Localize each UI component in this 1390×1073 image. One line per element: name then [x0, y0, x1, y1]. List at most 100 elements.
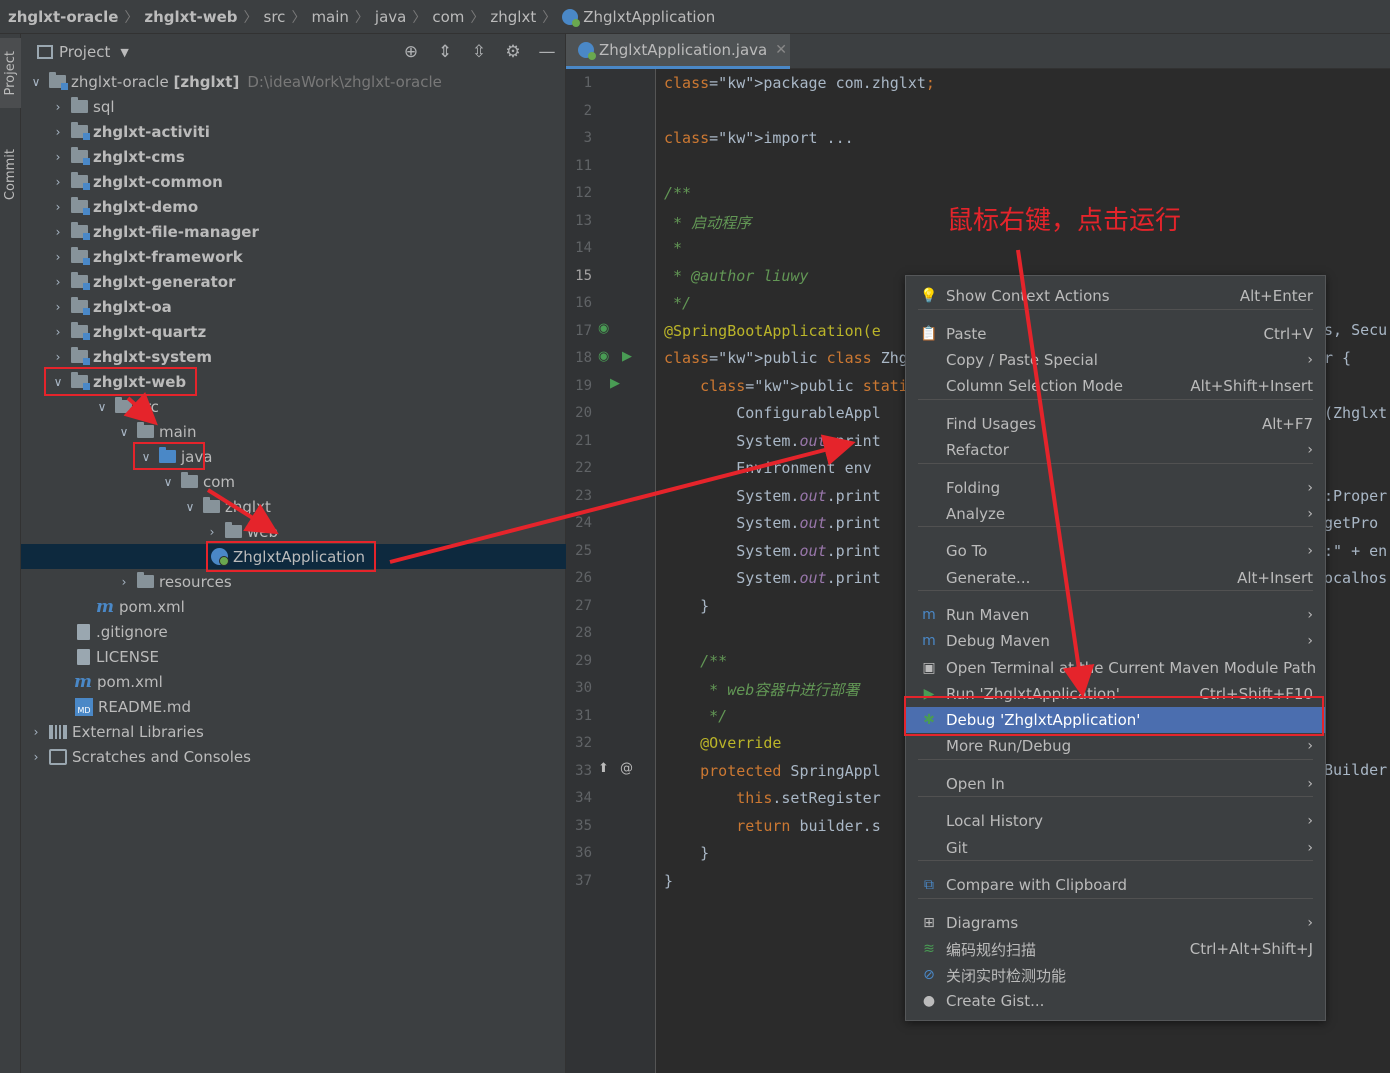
menu-item[interactable]: ≋ 编码规约扫描 Ctrl+Alt+Shift+J: [906, 936, 1325, 962]
code-line[interactable]: System.out.print: [664, 542, 881, 560]
tree-row-com[interactable]: ∨ com: [21, 469, 566, 494]
chevron-right-icon[interactable]: ›: [29, 725, 43, 739]
menu-item[interactable]: ● Create Gist...: [906, 988, 1325, 1014]
tree-row-module[interactable]: › zhglxt-cms: [21, 144, 566, 169]
menu-item[interactable]: Generate... Alt+Insert: [906, 565, 1325, 591]
breadcrumb-item[interactable]: ZhglxtApplication: [583, 8, 715, 26]
chevron-right-icon[interactable]: ›: [29, 750, 43, 764]
tree-row-license[interactable]: LICENSE: [21, 644, 566, 669]
chevron-right-icon[interactable]: ›: [51, 275, 65, 289]
chevron-right-icon[interactable]: ›: [51, 150, 65, 164]
code-line[interactable]: }: [664, 844, 709, 862]
tree-row-module[interactable]: › sql: [21, 94, 566, 119]
code-line[interactable]: */: [664, 707, 727, 725]
code-line[interactable]: * 启动程序: [664, 212, 751, 233]
code-line[interactable]: this.setRegister: [664, 789, 881, 807]
tree-row-src[interactable]: ∨ src: [21, 394, 566, 419]
editor-tab[interactable]: ZhglxtApplication.java ✕: [566, 34, 790, 69]
code-line[interactable]: * @author liuwy: [664, 267, 808, 285]
menu-item[interactable]: ⊞ Diagrams ›: [906, 910, 1325, 936]
chevron-down-icon[interactable]: ∨: [183, 500, 197, 514]
menu-item[interactable]: Column Selection Mode Alt+Shift+Insert: [906, 373, 1325, 399]
expand-all-icon[interactable]: ⇕: [435, 42, 455, 62]
tree-row-external-libraries[interactable]: › External Libraries: [21, 719, 566, 744]
code-line[interactable]: @SpringBootApplication(e: [664, 322, 881, 340]
chevron-down-icon[interactable]: ∨: [29, 75, 43, 89]
menu-item[interactable]: Copy / Paste Special ›: [906, 347, 1325, 373]
tree-row-zhglxt[interactable]: ∨ zhglxt: [21, 494, 566, 519]
run-gutter-icon[interactable]: ▶: [610, 376, 620, 391]
tree-row-module[interactable]: › zhglxt-common: [21, 169, 566, 194]
code-line[interactable]: Environment env: [664, 459, 871, 477]
tree-row-module[interactable]: › zhglxt-file-manager: [21, 219, 566, 244]
chevron-down-icon[interactable]: ▼: [120, 46, 128, 59]
chevron-right-icon[interactable]: ›: [51, 325, 65, 339]
code-line[interactable]: System.out.print: [664, 569, 881, 587]
tree-row-module[interactable]: › zhglxt-system: [21, 344, 566, 369]
breadcrumb-item[interactable]: main: [311, 8, 348, 26]
breadcrumb-item[interactable]: src: [264, 8, 286, 26]
run-gutter-icon[interactable]: ▶: [622, 349, 632, 364]
menu-item[interactable]: Local History ›: [906, 808, 1325, 834]
menu-item[interactable]: ⊘ 关闭实时检测功能: [906, 962, 1325, 988]
tree-row-pom[interactable]: m pom.xml: [21, 669, 566, 694]
project-tool-tab[interactable]: Project: [0, 38, 21, 108]
menu-item[interactable]: Open In ›: [906, 771, 1325, 797]
menu-item[interactable]: Git ›: [906, 835, 1325, 861]
project-view-selector[interactable]: Project: [59, 43, 110, 61]
chevron-right-icon[interactable]: ›: [205, 525, 219, 539]
code-line[interactable]: }: [664, 872, 673, 890]
code-line[interactable]: class="kw">package com.zhglxt;: [664, 74, 935, 92]
menu-item[interactable]: 💡 Show Context Actions Alt+Enter: [906, 283, 1325, 309]
menu-item[interactable]: Refactor ›: [906, 437, 1325, 463]
breadcrumb-item[interactable]: zhglxt-web: [144, 8, 237, 26]
code-line[interactable]: System.out.print: [664, 432, 881, 450]
code-line[interactable]: System.out.print: [664, 487, 881, 505]
gear-icon[interactable]: ⚙: [503, 42, 523, 62]
chevron-right-icon[interactable]: ›: [51, 200, 65, 214]
override-icon[interactable]: ⬆: [598, 761, 609, 776]
breadcrumb-item[interactable]: zhglxt: [490, 8, 536, 26]
code-line[interactable]: ConfigurableAppl: [664, 404, 881, 422]
spring-bean-icon[interactable]: ◉: [598, 349, 609, 364]
chevron-down-icon[interactable]: ∨: [117, 425, 131, 439]
menu-item[interactable]: More Run/Debug ›: [906, 733, 1325, 759]
commit-tool-tab[interactable]: Commit: [0, 130, 21, 220]
tree-row-scratches[interactable]: › Scratches and Consoles: [21, 744, 566, 769]
breadcrumb-item[interactable]: com: [432, 8, 464, 26]
code-line[interactable]: /**: [664, 652, 727, 670]
code-line[interactable]: * web容器中进行部署: [664, 679, 859, 700]
code-line[interactable]: @Override: [664, 734, 781, 752]
tree-row-java[interactable]: ∨ java: [21, 444, 566, 469]
menu-item[interactable]: m Debug Maven ›: [906, 628, 1325, 654]
locate-icon[interactable]: ⊕: [401, 42, 421, 62]
tree-row-web-pom[interactable]: m pom.xml: [21, 594, 566, 619]
chevron-right-icon[interactable]: ›: [51, 300, 65, 314]
menu-item[interactable]: ▣ Open Terminal at the Current Maven Modu…: [906, 655, 1325, 681]
tree-row-module[interactable]: › zhglxt-oa: [21, 294, 566, 319]
chevron-right-icon[interactable]: ›: [51, 100, 65, 114]
tree-row-module[interactable]: › zhglxt-demo: [21, 194, 566, 219]
chevron-right-icon[interactable]: ›: [51, 225, 65, 239]
code-line[interactable]: return builder.s: [664, 817, 881, 835]
breadcrumb-item[interactable]: zhglxt-oracle: [8, 8, 118, 26]
tree-row-resources[interactable]: › resources: [21, 569, 566, 594]
code-line[interactable]: protected SpringAppl: [664, 762, 881, 780]
chevron-down-icon[interactable]: ∨: [161, 475, 175, 489]
tree-row-module[interactable]: › zhglxt-framework: [21, 244, 566, 269]
code-line[interactable]: /**: [664, 184, 691, 202]
menu-item[interactable]: m Run Maven ›: [906, 602, 1325, 628]
code-line[interactable]: System.out.print: [664, 514, 881, 532]
tree-row-readme[interactable]: MD README.md: [21, 694, 566, 719]
code-line[interactable]: class="kw">import ...: [664, 129, 854, 147]
chevron-right-icon[interactable]: ›: [117, 575, 131, 589]
tree-row-module[interactable]: › zhglxt-generator: [21, 269, 566, 294]
close-icon[interactable]: ✕: [775, 42, 787, 58]
menu-item[interactable]: 📋 Paste Ctrl+V: [906, 321, 1325, 347]
menu-item[interactable]: Find Usages Alt+F7: [906, 411, 1325, 437]
menu-item[interactable]: ⧉ Compare with Clipboard: [906, 872, 1325, 898]
menu-item[interactable]: Folding ›: [906, 475, 1325, 501]
hide-icon[interactable]: —: [537, 42, 557, 62]
spring-bean-icon[interactable]: ◉: [598, 321, 609, 336]
code-line[interactable]: */: [664, 294, 691, 312]
